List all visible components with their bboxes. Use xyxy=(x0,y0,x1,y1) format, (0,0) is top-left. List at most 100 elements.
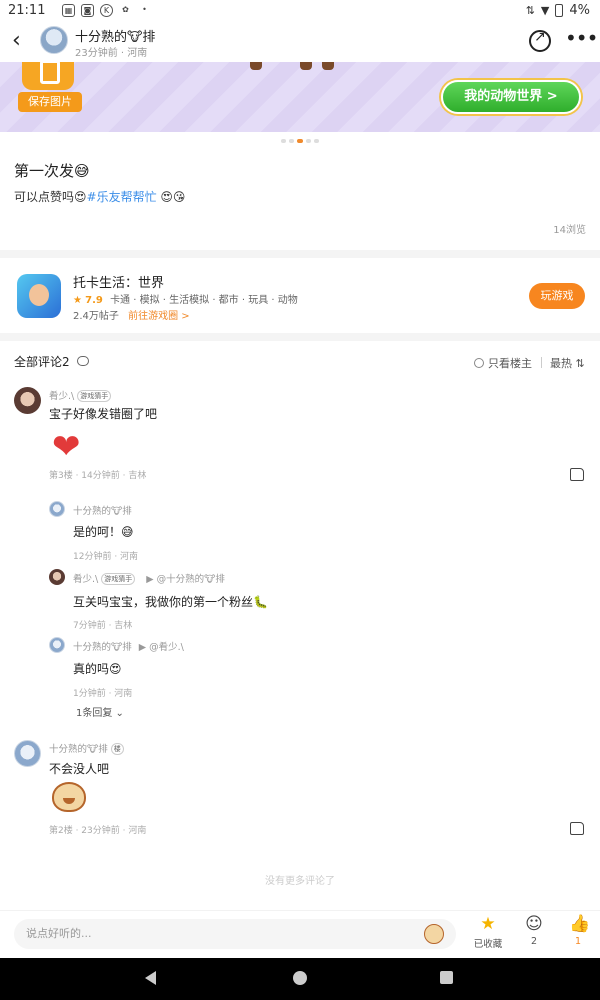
nav-back-icon[interactable] xyxy=(145,971,156,985)
comment-meta: 第2楼 · 23分钟前 · 河南 xyxy=(49,826,147,836)
owner-badge: 楼 xyxy=(110,743,124,755)
wifi-icon: ▼ xyxy=(540,4,550,17)
like-icon[interactable] xyxy=(570,468,584,481)
post-body: 可以点赞吗😍#乐友帮帮忙 😍😘 xyxy=(14,188,185,205)
reply-text: 真的吗😍 xyxy=(73,662,122,676)
save-image-button[interactable]: 保存图片 xyxy=(18,92,82,112)
favorite-label: 已收藏 xyxy=(473,939,503,950)
dot-icon: • xyxy=(142,5,147,14)
face-sticker-icon xyxy=(52,782,86,812)
nav-recent-apps-icon[interactable] xyxy=(440,971,453,984)
comment-filter-icon[interactable] xyxy=(77,356,89,366)
back-arrow-icon[interactable]: ‹ xyxy=(12,30,32,52)
banner-character-feet xyxy=(250,62,340,72)
battery-level: 4% xyxy=(569,3,590,18)
only-owner-toggle[interactable]: 只看楼主 xyxy=(474,355,532,371)
avatar[interactable] xyxy=(14,740,41,767)
reply-meta: 1分钟前 · 河南 xyxy=(73,689,133,699)
radio-icon[interactable] xyxy=(474,358,484,368)
status-time: 21:11 xyxy=(8,3,46,18)
comment-input[interactable]: 说点好听的... xyxy=(14,919,456,949)
paw-notification-icon: ✿ xyxy=(122,5,129,14)
more-options-icon[interactable]: ••• xyxy=(565,26,598,50)
reply-to[interactable]: ▶ @肴少.\ xyxy=(139,642,184,653)
heart-sticker-icon: ❤ xyxy=(52,427,81,467)
share-icon[interactable] xyxy=(529,29,551,52)
reply-text: 是的呵！😅 xyxy=(73,525,134,539)
reply-username[interactable]: 肴少.\ 游戏猜手 ▶ @十分熟的🐮排 xyxy=(73,571,225,585)
photo-notification-icon: ◙ xyxy=(81,4,94,17)
reply-meta: 12分钟前 · 河南 xyxy=(73,552,139,562)
play-game-button[interactable]: 玩游戏 xyxy=(529,283,585,309)
comment-username[interactable]: 肴少.\ 游戏猜手 xyxy=(49,388,112,402)
only-owner-label: 只看楼主 xyxy=(488,357,532,370)
notification-icons: ▦ ◙ K ✿ • xyxy=(62,4,151,17)
nav-home-icon[interactable] xyxy=(293,971,307,985)
star-icon: ★ xyxy=(480,914,496,934)
save-image-icon[interactable] xyxy=(22,62,74,90)
user-badge: 游戏猜手 xyxy=(101,573,136,585)
reply-username[interactable]: 十分熟的🐮排 xyxy=(73,503,132,517)
favorite-button[interactable]: ★ 已收藏 xyxy=(468,915,508,950)
game-post-count: 2.4万帖子 xyxy=(73,311,119,322)
comment-text: 不会没人吧 xyxy=(49,762,110,776)
post-body-text: 可以点赞吗😍 xyxy=(14,190,87,204)
pager-dot xyxy=(314,139,319,143)
user-badge: 游戏猜手 xyxy=(77,390,112,402)
k-notification-icon: K xyxy=(100,4,113,17)
battery-icon xyxy=(555,4,564,17)
my-animal-world-button[interactable]: 我的动物世界 > xyxy=(441,80,581,114)
game-posts: 2.4万帖子 前往游戏圈 > xyxy=(73,307,190,322)
game-meta: ★ 7.9 卡通 · 模拟 · 生活模拟 · 都市 · 玩具 · 动物 xyxy=(73,291,298,306)
reply-text: 互关吗宝宝，我做你的第一个粉丝🐛 xyxy=(73,595,268,609)
reply-meta: 7分钟前 · 吉林 xyxy=(73,621,133,631)
game-icon[interactable] xyxy=(17,274,61,318)
avatar[interactable] xyxy=(49,501,65,517)
comment-text: 宝子好像发错圈了吧 xyxy=(49,407,158,421)
comment-meta: 第3楼 · 14分钟前 · 吉林 xyxy=(49,471,147,481)
divider xyxy=(0,250,600,258)
expand-replies-link[interactable]: 1条回复 ⌄ xyxy=(76,704,124,719)
divider xyxy=(541,357,542,368)
reply-to[interactable]: ▶ @十分熟的🐮排 xyxy=(146,574,225,585)
reply-username[interactable]: 十分熟的🐮排 ▶ @肴少.\ xyxy=(73,639,184,653)
comment-username-text: 肴少.\ xyxy=(49,391,75,402)
status-bar: 21:11 ▦ ◙ K ✿ • ⇅ ▼ 4% xyxy=(0,0,600,22)
avatar[interactable] xyxy=(49,569,65,585)
comment-count: 2 xyxy=(530,936,538,947)
view-count: 14浏览 xyxy=(553,225,586,236)
post-header: ‹ 十分熟的🐮排 23分钟前 · 河南 ••• xyxy=(0,22,600,62)
sort-toggle[interactable]: 最热 ⇅ xyxy=(550,355,585,371)
pager-dot xyxy=(281,139,286,143)
comment-username[interactable]: 十分熟的🐮排楼 xyxy=(49,741,124,755)
post-body-emojis: 😍😘 xyxy=(160,190,186,204)
star-icon: ★ xyxy=(73,295,82,306)
author-name[interactable]: 十分熟的🐮排 xyxy=(75,26,155,45)
comments-title: 全部评论2 xyxy=(14,355,70,369)
thumbs-up-icon: 👍 xyxy=(569,914,591,934)
image-pager-dots xyxy=(0,139,600,145)
pager-dot xyxy=(289,139,294,143)
goto-game-circle-link[interactable]: 前往游戏圈 > xyxy=(128,311,190,322)
pager-dot-active xyxy=(297,139,303,143)
topic-tag[interactable]: #乐友帮帮忙 xyxy=(87,190,157,204)
game-rating: 7.9 xyxy=(85,295,103,306)
bottom-action-bar: 说点好听的... ★ 已收藏 ☺ 2 👍 1 xyxy=(0,910,600,958)
pager-dot xyxy=(306,139,311,143)
author-avatar[interactable] xyxy=(40,26,68,54)
like-button[interactable]: 👍 1 xyxy=(558,915,598,947)
post-time-location: 23分钟前 · 河南 xyxy=(75,48,148,59)
like-icon[interactable] xyxy=(570,822,584,835)
avatar[interactable] xyxy=(49,637,65,653)
system-nav-bar xyxy=(0,958,600,1000)
game-genres: 卡通 · 模拟 · 生活模拟 · 都市 · 玩具 · 动物 xyxy=(110,295,298,306)
reply-username-text: 肴少.\ xyxy=(73,574,99,585)
game-name[interactable]: 托卡生活：世界 xyxy=(73,272,164,291)
avatar[interactable] xyxy=(14,387,41,414)
signal-icon: ⇅ xyxy=(525,4,535,17)
no-more-comments: 没有更多评论了 xyxy=(265,876,335,887)
divider xyxy=(0,333,600,341)
comment-button[interactable]: ☺ 2 xyxy=(514,915,554,947)
post-title: 第一次发😅 xyxy=(14,162,90,180)
sticker-icon[interactable] xyxy=(424,924,444,944)
